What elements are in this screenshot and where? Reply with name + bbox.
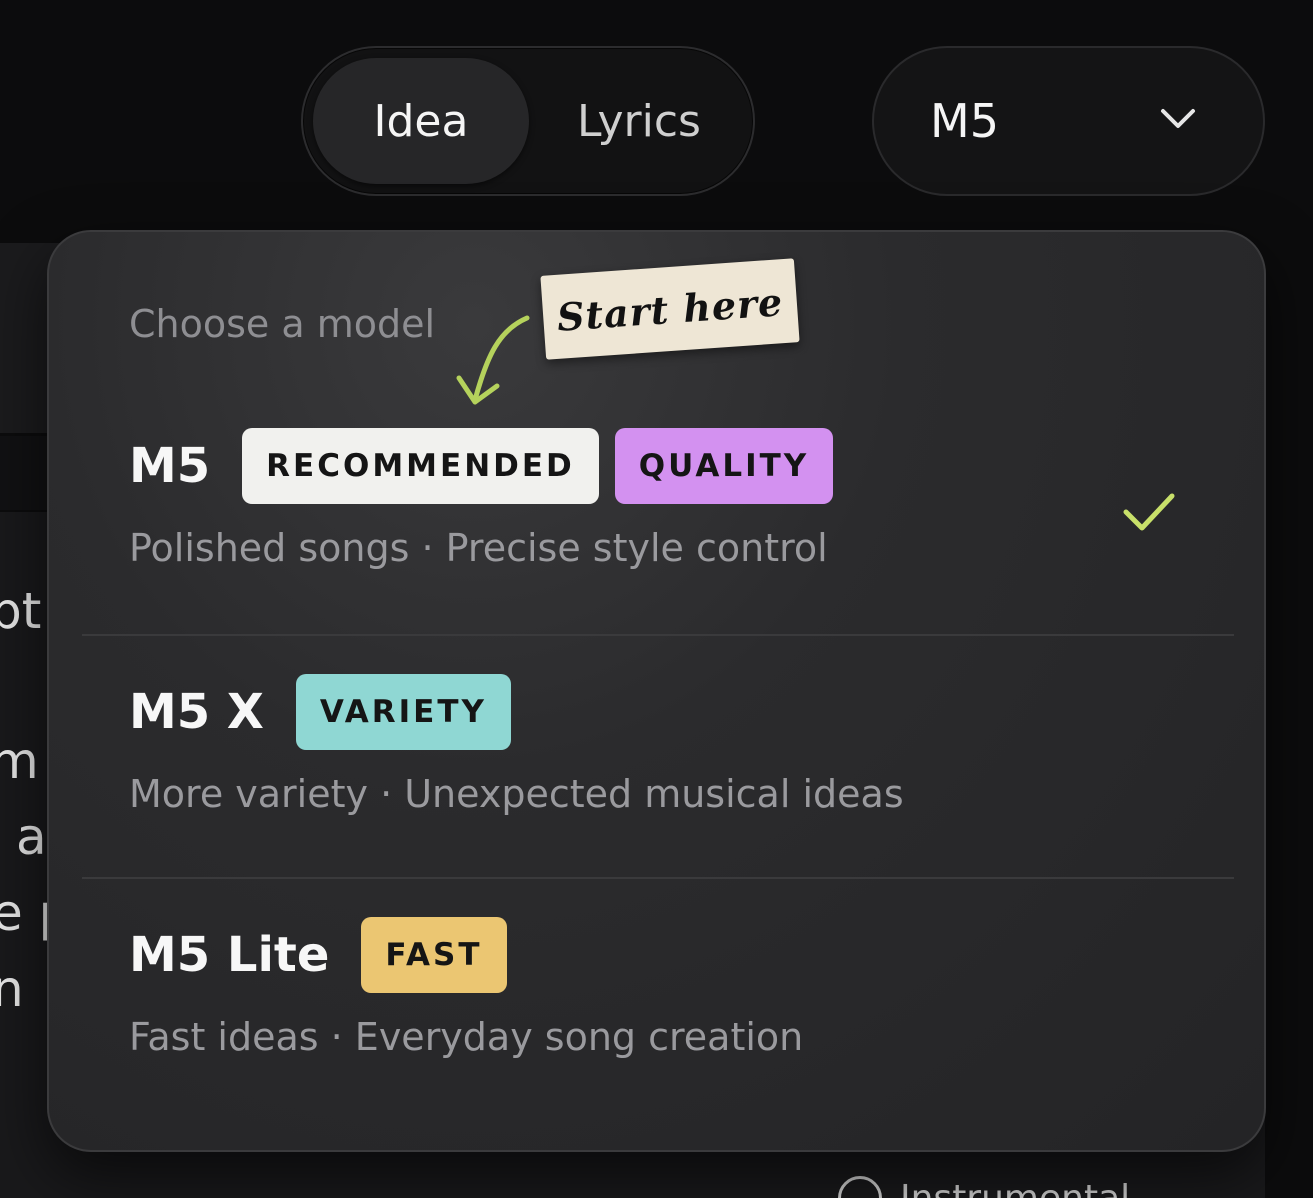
model-option-m5[interactable]: M5 RECOMMENDED QUALITY Polished songs · … xyxy=(82,410,1234,630)
model-option-m5-lite[interactable]: M5 Lite FAST Fast ideas · Everyday song … xyxy=(82,877,1234,1099)
model-select-value: M5 xyxy=(930,94,999,148)
model-option-m5-x[interactable]: M5 X VARIETY More variety · Unexpected m… xyxy=(82,634,1234,856)
menu-heading: Choose a model xyxy=(129,302,436,346)
mode-toggle: Idea Lyrics xyxy=(301,46,755,196)
option-name: M5 X xyxy=(129,684,264,740)
instrumental-option[interactable]: Instrumental xyxy=(838,1176,1130,1198)
app-stage: pt m a e p n Instrumental Idea Lyrics M5… xyxy=(0,0,1313,1198)
background-text: a xyxy=(16,808,47,866)
background-text: n xyxy=(0,960,24,1018)
option-header: M5 X VARIETY xyxy=(129,674,527,750)
model-menu: Choose a model Start here M5 RECOMMENDED… xyxy=(47,230,1266,1152)
instrumental-label: Instrumental xyxy=(900,1177,1131,1198)
option-header: M5 RECOMMENDED QUALITY xyxy=(129,428,849,504)
sticker-text: Start here xyxy=(555,278,785,340)
option-header: M5 Lite FAST xyxy=(129,917,523,993)
chevron-down-icon xyxy=(1161,109,1195,128)
badge-fast: FAST xyxy=(361,917,507,993)
model-select[interactable]: M5 xyxy=(872,46,1265,196)
badge-recommended: RECOMMENDED xyxy=(242,428,599,504)
check-icon xyxy=(1123,493,1175,531)
tab-idea[interactable]: Idea xyxy=(313,58,529,184)
background-text: pt xyxy=(0,582,42,640)
option-name: M5 xyxy=(129,438,211,494)
tab-lyrics[interactable]: Lyrics xyxy=(539,58,739,184)
option-name: M5 Lite xyxy=(129,927,330,983)
option-description: Fast ideas · Everyday song creation xyxy=(129,1015,804,1059)
option-description: More variety · Unexpected musical ideas xyxy=(129,772,904,816)
radio-icon xyxy=(838,1176,882,1198)
background-text: m xyxy=(0,732,39,790)
badge-quality: QUALITY xyxy=(614,428,834,504)
option-description: Polished songs · Precise style control xyxy=(129,526,828,570)
arrow-icon xyxy=(456,315,530,405)
start-here-sticker: Start here xyxy=(540,258,800,360)
badge-variety: VARIETY xyxy=(295,674,511,750)
